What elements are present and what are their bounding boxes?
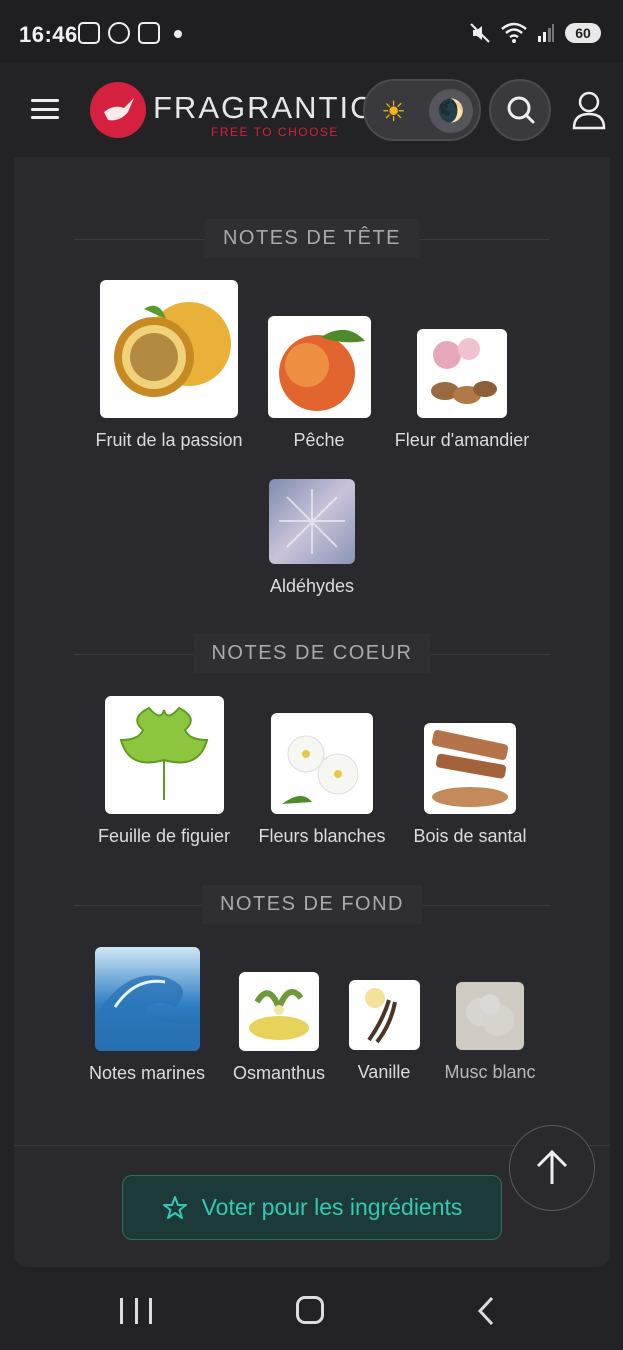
- vanilla-image: [348, 980, 420, 1050]
- screenshot-icon: [78, 22, 100, 44]
- note-name: Fleurs blanches: [258, 826, 386, 846]
- system-nav-bar: [0, 1268, 623, 1350]
- note-item[interactable]: Fruit de la passion: [90, 280, 248, 451]
- ocean-wave-image: [94, 947, 200, 1051]
- white-musk-image: [456, 982, 524, 1050]
- wifi-icon: [501, 22, 527, 43]
- scroll-to-top-button[interactable]: [509, 1125, 595, 1211]
- vote-ingredients-button[interactable]: Voter pour les ingrédients: [122, 1175, 502, 1240]
- status-bar: 16:46 60: [0, 0, 623, 62]
- note-name: Bois de santal: [413, 826, 527, 846]
- note-item[interactable]: Fleurs blanches: [256, 713, 388, 847]
- logo-tagline: FREE TO CHOOSE: [211, 125, 339, 139]
- note-item[interactable]: Vanille: [344, 980, 424, 1083]
- sun-icon: ☀: [381, 96, 407, 127]
- fig-leaf-image: [104, 696, 224, 814]
- note-item[interactable]: Pêche: [260, 316, 378, 451]
- mute-icon: [470, 23, 490, 43]
- section-header-top-notes: NOTES DE TÊTE: [14, 219, 610, 259]
- note-name: Musc blanc: [444, 1062, 536, 1082]
- passion-fruit-image: [100, 280, 238, 418]
- status-time: 16:46: [19, 22, 78, 47]
- whatsapp-icon: [108, 22, 130, 44]
- arrow-up-icon: [536, 1149, 568, 1184]
- sandalwood-image: [424, 723, 516, 814]
- recent-apps-button[interactable]: [120, 1298, 152, 1324]
- user-icon: [572, 91, 606, 130]
- note-item[interactable]: Bois de santal: [409, 723, 531, 847]
- note-item[interactable]: Aldéhydes: [262, 479, 362, 597]
- section-title: NOTES DE TÊTE: [204, 219, 420, 258]
- battery-icon: 60: [565, 23, 601, 43]
- section-title: NOTES DE FOND: [202, 885, 422, 924]
- osmanthus-image: [239, 972, 319, 1051]
- note-item[interactable]: Notes marines: [84, 947, 210, 1084]
- back-button[interactable]: [476, 1296, 496, 1326]
- moon-icon: 🌒: [429, 89, 473, 133]
- status-icons-left: [78, 22, 182, 44]
- note-name: Aldéhydes: [269, 576, 355, 596]
- stack-icon: [138, 22, 160, 44]
- note-item[interactable]: Feuille de figuier: [94, 696, 234, 847]
- note-name: Pêche: [293, 430, 345, 450]
- menu-icon[interactable]: [31, 99, 59, 119]
- note-item[interactable]: Fleur d'amandier: [387, 329, 537, 451]
- white-flowers-image: [271, 713, 373, 814]
- note-name: Osmanthus: [232, 1063, 326, 1083]
- app-header: FRAGRANTICA FREE TO CHOOSE ☀ 🌒: [0, 62, 623, 157]
- note-name: Fleur d'amandier: [394, 430, 530, 450]
- fragrantica-logo-icon[interactable]: [90, 82, 146, 138]
- user-account-button[interactable]: [570, 90, 608, 130]
- logo-text[interactable]: FRAGRANTICA: [153, 90, 397, 126]
- section-header-heart-notes: NOTES DE COEUR: [14, 634, 610, 674]
- note-name: Fruit de la passion: [95, 430, 243, 450]
- aldehydes-image: [269, 479, 355, 564]
- theme-toggle[interactable]: ☀ 🌒: [363, 79, 481, 141]
- search-button[interactable]: [489, 79, 551, 141]
- search-icon: [507, 96, 535, 124]
- section-header-base-notes: NOTES DE FOND: [14, 885, 610, 925]
- vote-button-label: Voter pour les ingrédients: [201, 1194, 463, 1220]
- almond-blossom-image: [417, 329, 507, 418]
- note-name: Notes marines: [88, 1063, 206, 1083]
- note-item[interactable]: Osmanthus: [230, 972, 328, 1084]
- section-title: NOTES DE COEUR: [193, 634, 431, 673]
- note-item[interactable]: Musc blanc: [438, 982, 542, 1083]
- signal-icon: [538, 24, 554, 42]
- status-icons-right: 60: [469, 22, 601, 44]
- note-name: Vanille: [357, 1062, 411, 1082]
- peach-image: [267, 316, 371, 418]
- dot-icon: [174, 30, 182, 38]
- star-outline-icon: [162, 1195, 187, 1219]
- notes-pyramid-card: NOTES DE TÊTE Fruit de la passion Pêche …: [14, 157, 610, 1267]
- home-button[interactable]: [296, 1296, 324, 1324]
- note-name: Feuille de figuier: [97, 826, 231, 846]
